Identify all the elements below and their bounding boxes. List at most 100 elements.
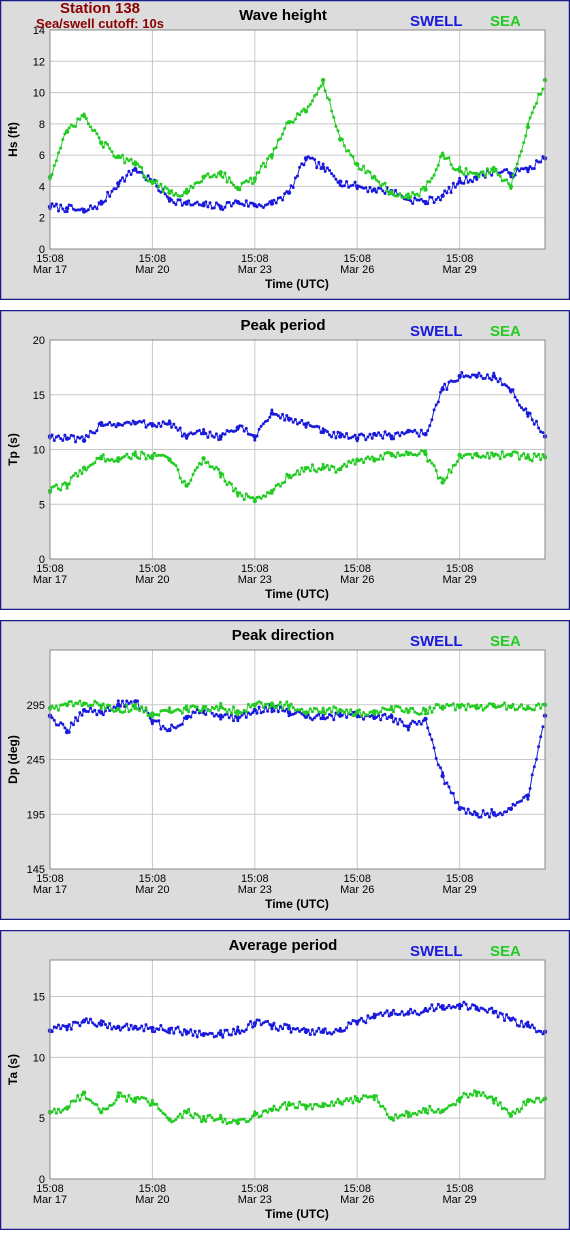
- data-point: [453, 708, 457, 712]
- data-point: [78, 699, 82, 703]
- data-point: [153, 1030, 156, 1034]
- data-point: [246, 1023, 250, 1027]
- data-point: [278, 484, 282, 488]
- data-point: [54, 159, 58, 163]
- data-point: [508, 388, 514, 393]
- data-point: [372, 187, 377, 192]
- data-point: [232, 719, 235, 723]
- data-point: [483, 376, 487, 380]
- data-point: [110, 189, 114, 193]
- data-point: [475, 1094, 479, 1098]
- data-point: [457, 1096, 462, 1101]
- data-point: [440, 152, 445, 158]
- data-point: [353, 714, 357, 717]
- data-point: [99, 201, 104, 206]
- data-point: [355, 710, 360, 715]
- data-point: [283, 703, 287, 707]
- data-point: [320, 1029, 326, 1034]
- data-point: [426, 1111, 430, 1115]
- data-point: [214, 465, 218, 469]
- data-point: [320, 77, 326, 83]
- data-point: [150, 453, 155, 459]
- data-point: [328, 468, 331, 472]
- y-tick-label: 5: [39, 499, 45, 511]
- data-point: [242, 498, 246, 502]
- x-tick-date: Mar 23: [238, 264, 272, 276]
- data-point: [174, 426, 178, 429]
- data-point: [364, 438, 368, 442]
- data-point: [195, 466, 199, 470]
- data-point: [332, 430, 336, 434]
- data-point: [142, 419, 146, 423]
- data-point: [57, 1107, 60, 1111]
- data-point: [197, 428, 201, 432]
- data-point: [78, 1024, 82, 1028]
- data-point: [157, 421, 161, 425]
- data-point: [97, 136, 101, 140]
- data-point: [57, 151, 60, 155]
- data-point: [498, 377, 502, 381]
- data-point: [61, 722, 65, 726]
- data-point: [379, 718, 383, 722]
- data-point: [202, 428, 206, 431]
- data-point: [133, 1096, 138, 1101]
- data-point: [133, 452, 138, 458]
- data-point: [264, 165, 267, 169]
- data-point: [423, 708, 428, 713]
- data-point: [466, 702, 470, 706]
- data-point: [174, 464, 178, 468]
- station-header: Station 138 Sea/swell cutoff: 10s: [0, 0, 200, 31]
- data-point: [89, 706, 92, 710]
- data-point: [525, 705, 531, 711]
- data-point: [485, 812, 489, 815]
- x-tick-date: Mar 29: [443, 1194, 477, 1206]
- data-point: [125, 452, 129, 456]
- data-point: [400, 1010, 404, 1014]
- data-point: [515, 399, 519, 402]
- data-point: [396, 431, 400, 435]
- data-point: [315, 92, 319, 96]
- data-point: [353, 433, 357, 437]
- data-point: [144, 425, 148, 429]
- data-point: [334, 706, 338, 710]
- data-point: [99, 421, 104, 426]
- data-point: [466, 1095, 470, 1099]
- data-point: [483, 455, 487, 459]
- legend-swell: SWELL: [410, 323, 463, 340]
- data-point: [432, 464, 436, 468]
- data-point: [129, 708, 133, 712]
- data-point: [491, 452, 496, 458]
- data-point: [303, 156, 309, 161]
- data-point: [383, 430, 387, 434]
- data-point: [189, 478, 193, 482]
- chart-title: Peak direction: [232, 627, 335, 644]
- data-point: [246, 180, 250, 184]
- data-point: [366, 455, 370, 459]
- data-point: [368, 432, 372, 436]
- y-tick-label: 12: [33, 56, 45, 68]
- data-point: [212, 707, 216, 711]
- data-point: [125, 174, 129, 177]
- data-point: [457, 1002, 462, 1008]
- data-point: [379, 710, 383, 714]
- data-point: [306, 105, 310, 109]
- data-point: [269, 152, 275, 158]
- data-point: [138, 1026, 142, 1030]
- data-point: [178, 198, 182, 202]
- data-point: [491, 703, 496, 708]
- data-point: [522, 141, 526, 145]
- data-point: [257, 1018, 261, 1022]
- data-point: [54, 704, 58, 708]
- data-point: [184, 1029, 189, 1034]
- data-point: [81, 209, 87, 214]
- data-point: [95, 429, 99, 433]
- x-axis-label: Time (UTC): [265, 897, 329, 911]
- data-point: [52, 439, 56, 442]
- data-point: [370, 436, 374, 440]
- data-point: [402, 710, 406, 714]
- data-point: [291, 706, 295, 710]
- data-point: [535, 419, 538, 423]
- data-point: [59, 1027, 63, 1031]
- data-point: [328, 1104, 331, 1108]
- data-point: [471, 813, 474, 817]
